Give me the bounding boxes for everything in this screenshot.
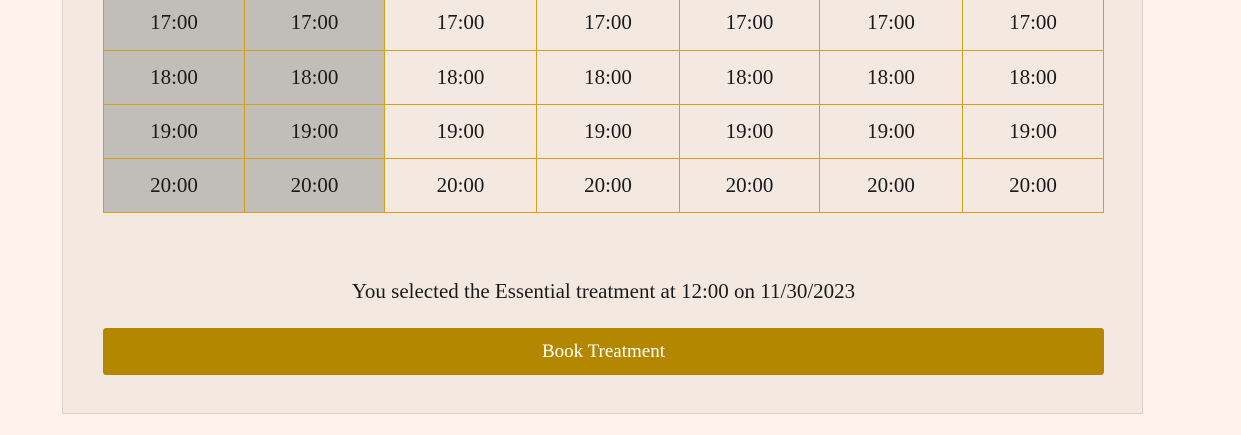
book-treatment-button[interactable]: Book Treatment: [103, 328, 1104, 375]
time-slot-available[interactable]: 18:00: [384, 50, 537, 105]
time-slot-unavailable: 18:00: [244, 50, 385, 105]
time-slot-available[interactable]: 20:00: [384, 158, 537, 213]
time-slot-available[interactable]: 19:00: [819, 104, 963, 159]
time-slot-unavailable: 20:00: [244, 158, 385, 213]
time-slot-available[interactable]: 19:00: [962, 104, 1104, 159]
time-slot-row: 19:00 19:00 19:00 19:00 19:00 19:00 19:00: [103, 104, 1104, 159]
time-slot-unavailable: 17:00: [244, 0, 385, 51]
time-slot-unavailable: 19:00: [244, 104, 385, 159]
time-slot-row: 17:00 17:00 17:00 17:00 17:00 17:00 17:00: [103, 0, 1104, 51]
time-slot-available[interactable]: 19:00: [536, 104, 680, 159]
time-slot-unavailable: 20:00: [103, 158, 245, 213]
selection-summary: You selected the Essential treatment at …: [351, 279, 856, 303]
time-slot-row: 20:00 20:00 20:00 20:00 20:00 20:00 20:00: [103, 158, 1104, 213]
time-slot-available[interactable]: 20:00: [536, 158, 680, 213]
time-slot-available[interactable]: 20:00: [679, 158, 820, 213]
time-slot-available[interactable]: 17:00: [384, 0, 537, 51]
time-slot-available[interactable]: 17:00: [536, 0, 680, 51]
time-slot-available[interactable]: 20:00: [962, 158, 1104, 213]
time-slot-available[interactable]: 18:00: [819, 50, 963, 105]
time-slot-available[interactable]: 18:00: [679, 50, 820, 105]
time-slot-available[interactable]: 18:00: [962, 50, 1104, 105]
time-slot-grid: 17:00 17:00 17:00 17:00 17:00 17:00 17:00 18:00…: [103, 0, 1104, 213]
time-slot-unavailable: 19:00: [103, 104, 245, 159]
time-slot-available[interactable]: 17:00: [962, 0, 1104, 51]
time-slot-available[interactable]: 19:00: [679, 104, 820, 159]
time-slot-available[interactable]: 18:00: [536, 50, 680, 105]
time-slot-row: 18:00 18:00 18:00 18:00 18:00 18:00 18:00: [103, 50, 1104, 105]
time-slot-unavailable: 17:00: [103, 0, 245, 51]
time-slot-available[interactable]: 20:00: [819, 158, 963, 213]
time-slot-unavailable: 18:00: [103, 50, 245, 105]
time-slot-available[interactable]: 17:00: [819, 0, 963, 51]
time-slot-available[interactable]: 19:00: [384, 104, 537, 159]
time-slot-available[interactable]: 17:00: [679, 0, 820, 51]
